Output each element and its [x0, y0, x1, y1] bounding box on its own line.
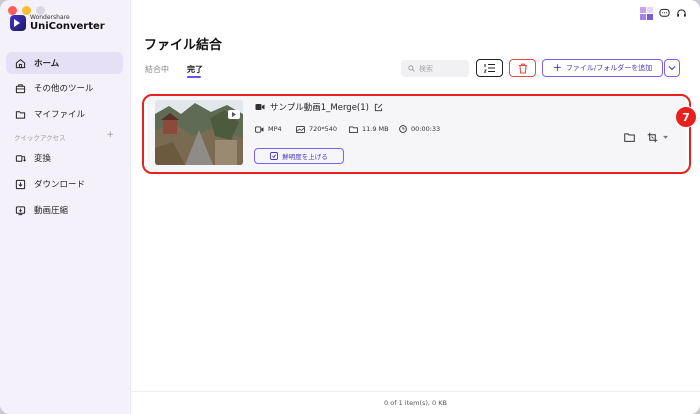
quick-access-header: クイックアクセス + — [14, 131, 114, 143]
list-order-button[interactable] — [476, 59, 503, 77]
sidebar-item-label: その他のツール — [34, 84, 94, 94]
compress-icon — [15, 205, 26, 215]
convert-icon — [15, 154, 26, 162]
add-files-button[interactable]: + ファイル/フォルダーを追加 — [542, 59, 663, 77]
step-badge: 7 — [675, 106, 697, 128]
plus-icon: + — [552, 61, 562, 74]
brand-company: Wondershare — [30, 14, 70, 21]
chevron-down-icon — [668, 66, 676, 71]
page-title: ファイル結合 — [144, 38, 223, 53]
tab-completed[interactable]: 完了 — [187, 64, 203, 75]
toolbox-icon — [15, 83, 26, 93]
sidebar-item-convert[interactable]: 変換 — [6, 147, 123, 169]
top-right-icons — [640, 7, 687, 20]
support-headset-icon[interactable] — [676, 8, 687, 19]
sidebar-item-my-files[interactable]: マイファイル — [6, 103, 123, 125]
feedback-icon[interactable] — [659, 8, 670, 19]
sidebar-item-video-compress[interactable]: 動画圧縮 — [6, 199, 123, 221]
tab-merging[interactable]: 結合中 — [145, 64, 169, 75]
annotation-highlight-box — [142, 94, 691, 174]
active-tab-indicator — [187, 76, 201, 78]
sidebar-item-label: 動画圧縮 — [34, 206, 69, 216]
numbered-list-icon — [483, 63, 495, 73]
app-window: Wondershare UniConverter ホーム その他のツール マイフ… — [0, 0, 700, 414]
quick-access-add-button[interactable]: + — [106, 131, 114, 142]
sidebar-item-home[interactable]: ホーム — [6, 52, 123, 74]
uniconverter-logo-icon — [10, 15, 26, 31]
add-files-label: ファイル/フォルダーを追加 — [565, 64, 653, 72]
search-input[interactable]: 検索 — [401, 60, 469, 77]
sidebar-item-download[interactable]: ダウンロード — [6, 173, 123, 195]
add-files-dropdown[interactable] — [664, 59, 680, 77]
download-icon — [15, 179, 26, 189]
sidebar-item-label: ダウンロード — [34, 180, 86, 190]
trash-icon — [518, 63, 527, 74]
search-placeholder: 検索 — [419, 64, 433, 73]
home-icon — [15, 58, 26, 68]
sidebar: Wondershare UniConverter ホーム その他のツール マイフ… — [0, 0, 131, 414]
brand-name: UniConverter — [30, 21, 105, 32]
sidebar-item-label: マイファイル — [34, 110, 86, 120]
status-text: 0 of 1 item(s), 0 KB — [384, 399, 447, 407]
delete-button[interactable] — [509, 59, 536, 77]
app-logo: Wondershare UniConverter — [10, 14, 105, 32]
quick-access-label: クイックアクセス — [14, 134, 66, 142]
avatar-icon[interactable] — [640, 7, 653, 20]
status-bar: 0 of 1 item(s), 0 KB — [131, 391, 700, 414]
folder-icon — [15, 110, 26, 119]
sidebar-item-label: ホーム — [34, 59, 60, 69]
search-icon — [408, 65, 415, 72]
main-panel: ファイル結合 結合中 完了 検索 + ファイル/フォルダーを追加 サンプル動画1… — [131, 0, 700, 414]
sidebar-item-label: 変換 — [34, 154, 52, 164]
sidebar-item-other-tools[interactable]: その他のツール — [6, 77, 123, 99]
